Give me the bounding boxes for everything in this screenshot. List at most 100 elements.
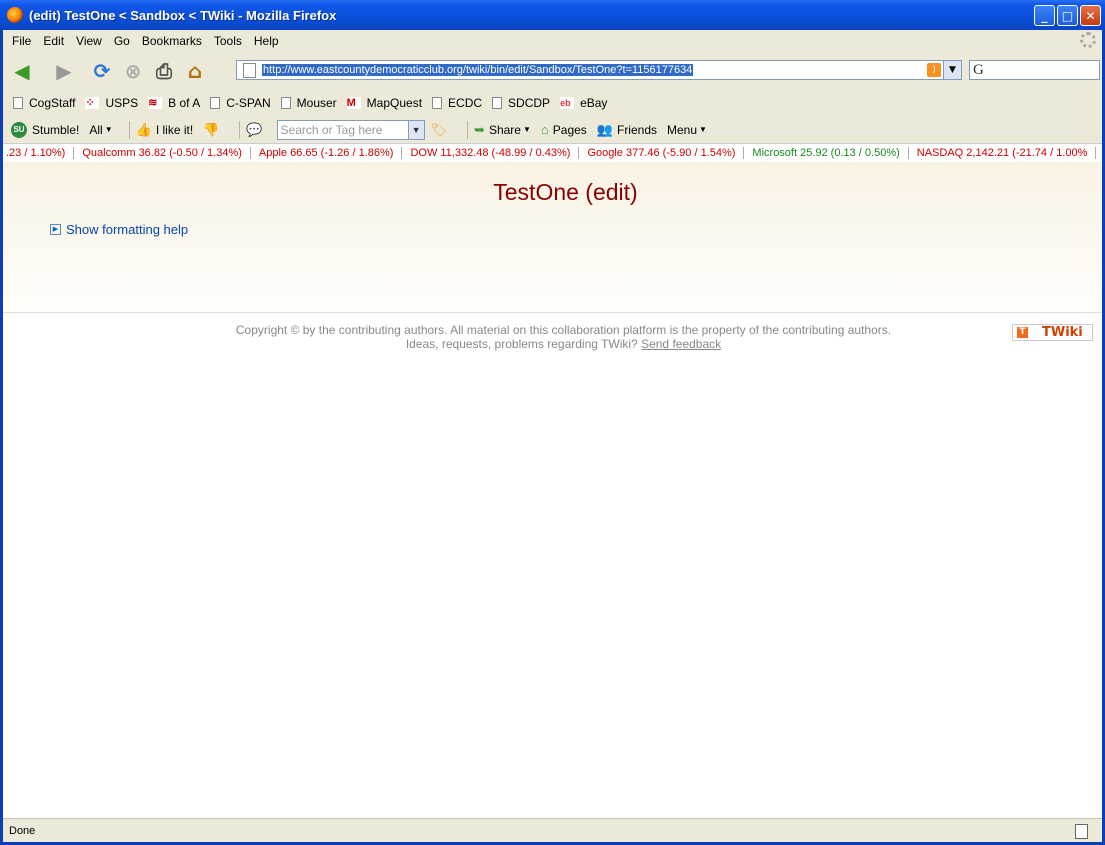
bookmark-label: Mouser: [296, 96, 337, 110]
close-button[interactable]: ✕: [1080, 5, 1101, 26]
menu-bookmarks[interactable]: Bookmarks: [142, 34, 202, 48]
forward-arrow-icon[interactable]: ▶: [52, 59, 76, 83]
maximize-button[interactable]: □: [1057, 5, 1078, 26]
title-bar: (edit) TestOne < Sandbox < TWiki - Mozil…: [0, 0, 1105, 30]
bofa-icon: ≋: [148, 97, 163, 109]
url-dropdown-icon[interactable]: ▼: [943, 61, 961, 79]
feedback-prefix: Ideas, requests, problems regarding TWik…: [405, 337, 638, 351]
bookmark-item[interactable]: CogStaff: [13, 96, 75, 110]
bookmark-item[interactable]: ECDC: [432, 96, 482, 110]
tag-search-placeholder: Search or Tag here: [280, 122, 383, 137]
menu-edit[interactable]: Edit: [43, 34, 64, 48]
google-icon[interactable]: G: [973, 62, 984, 79]
bookmark-item[interactable]: SDCDP: [492, 96, 550, 110]
firefox-icon: [7, 7, 23, 23]
all-dropdown[interactable]: All ▼: [89, 123, 112, 137]
send-feedback-link[interactable]: Send feedback: [641, 337, 721, 351]
footer: Copyright © by the contributing authors.…: [3, 323, 1102, 351]
search-input[interactable]: G: [969, 60, 1100, 80]
share-label: Share: [488, 122, 521, 137]
pages-button[interactable]: ⌂ Pages: [541, 122, 587, 137]
tag-search-input[interactable]: Search or Tag here ▼: [276, 119, 425, 140]
chevron-down-icon[interactable]: ▼: [407, 120, 424, 139]
url-text[interactable]: http://www.eastcountydemocraticclub.org/…: [262, 64, 694, 76]
twiki-logo[interactable]: T TWiki: [1012, 324, 1093, 341]
like-button[interactable]: 👍 I like it!: [136, 122, 194, 138]
bookmark-item[interactable]: M MapQuest: [346, 96, 423, 110]
bookmark-item[interactable]: C-SPAN: [210, 96, 271, 110]
status-bar: Done: [3, 818, 1102, 843]
expand-arrow-icon: ▶: [50, 224, 61, 235]
window-title: (edit) TestOne < Sandbox < TWiki - Mozil…: [29, 7, 337, 23]
browser-window: (edit) TestOne < Sandbox < TWiki - Mozil…: [0, 0, 1105, 845]
like-label: I like it!: [155, 122, 194, 137]
rss-feed-icon[interactable]: ): [927, 63, 941, 77]
ticker-item[interactable]: NASDAQ 2,142.21 (-21.74 / 1.00%: [909, 147, 1097, 159]
menu-label: Menu: [667, 122, 698, 137]
ticker-item[interactable]: .23 / 1.10%): [3, 147, 75, 159]
page-title: TestOne (edit): [493, 179, 638, 205]
mapquest-icon: M: [346, 97, 361, 109]
menu-bar: File Edit View Go Bookmarks Tools Help: [3, 30, 1102, 52]
pages-icon: ⌂: [540, 122, 549, 137]
menu-help[interactable]: Help: [254, 34, 279, 48]
bookmark-item[interactable]: ≋ B of A: [148, 96, 200, 110]
minimize-button[interactable]: _: [1034, 5, 1055, 26]
bookmark-item[interactable]: Mouser: [280, 96, 337, 110]
reload-icon[interactable]: ⟳: [90, 59, 114, 83]
ticker-item[interactable]: Apple 66.65 (-1.26 / 1.86%): [251, 147, 403, 159]
share-icon: ➥: [474, 121, 485, 137]
stumble-button[interactable]: Stumble!: [32, 123, 79, 137]
bookmark-label: CogStaff: [29, 96, 76, 110]
menu-tools[interactable]: Tools: [214, 34, 242, 48]
ticker-item[interactable]: Microsoft 25.92 (0.13 / 0.50%): [744, 147, 909, 159]
tag-button[interactable]: 🏷: [425, 122, 452, 138]
pages-label: Pages: [552, 122, 587, 137]
bookmark-label: eBay: [580, 96, 608, 110]
stumble-label: Stumble!: [32, 122, 80, 137]
usps-icon: ⁘: [85, 97, 100, 109]
formatting-help-link[interactable]: ▶ Show formatting help: [50, 222, 188, 237]
menu-go[interactable]: Go: [114, 34, 130, 48]
separator: [467, 120, 469, 139]
bookmark-label: MapQuest: [366, 96, 423, 110]
bookmark-label: SDCDP: [508, 96, 551, 110]
friends-button[interactable]: 👥 Friends: [597, 122, 657, 138]
menu-dropdown[interactable]: Menu ▼: [667, 123, 707, 137]
separator: [239, 120, 241, 139]
page-icon: [243, 62, 256, 78]
feedback-line: Ideas, requests, problems regarding TWik…: [25, 337, 1102, 351]
dislike-button[interactable]: 👎: [203, 122, 223, 138]
bookmark-label: B of A: [168, 96, 201, 110]
stock-ticker: .23 / 1.10%) Qualcomm 36.82 (-0.50 / 1.3…: [3, 143, 1102, 163]
home-icon[interactable]: ⌂: [183, 59, 207, 83]
address-bar[interactable]: http://www.eastcountydemocraticclub.org/…: [236, 60, 962, 80]
bookmark-label: ECDC: [448, 96, 483, 110]
navigation-toolbar: ◀ ▶ ⟳ ⊗ ⎙ ⌂ http://www.eastcountydemocra…: [3, 53, 1102, 89]
share-button[interactable]: ➥ Share ▼: [474, 122, 531, 138]
page-info-icon[interactable]: [1075, 824, 1088, 839]
bookmark-item[interactable]: eb eBay: [560, 96, 607, 110]
comment-button[interactable]: 💬: [246, 122, 266, 138]
copyright-text: Copyright © by the contributing authors.…: [235, 323, 892, 337]
print-icon[interactable]: ⎙: [152, 59, 176, 83]
menu-file[interactable]: File: [12, 34, 31, 48]
back-arrow-icon[interactable]: ◀: [10, 59, 34, 83]
bookmark-label: USPS: [105, 96, 139, 110]
menu-view[interactable]: View: [76, 34, 102, 48]
ebay-icon: eb: [560, 97, 575, 109]
twiki-logo-text: TWiki: [1042, 325, 1083, 340]
chevron-down-icon: ▼: [522, 125, 531, 134]
bookmark-item[interactable]: ⁘ USPS: [85, 96, 138, 110]
ticker-item[interactable]: Google 377.46 (-5.90 / 1.54%): [579, 147, 745, 159]
page-icon: [210, 97, 221, 109]
stop-icon[interactable]: ⊗: [121, 59, 145, 83]
ticker-item[interactable]: DOW 11,332.48 (-48.99 / 0.43%): [402, 147, 580, 159]
comment-bubble-icon: 💬: [246, 121, 263, 137]
ticker-item[interactable]: Qualcomm 36.82 (-0.50 / 1.34%): [74, 147, 251, 159]
bookmarks-toolbar: CogStaff ⁘ USPS ≋ B of A C-SPAN Mouser M Ma…: [3, 91, 1102, 115]
tag-icon: 🏷: [430, 121, 448, 137]
friends-icon: 👥: [596, 121, 613, 137]
page-icon: [432, 97, 443, 109]
bookmark-label: C-SPAN: [226, 96, 271, 110]
